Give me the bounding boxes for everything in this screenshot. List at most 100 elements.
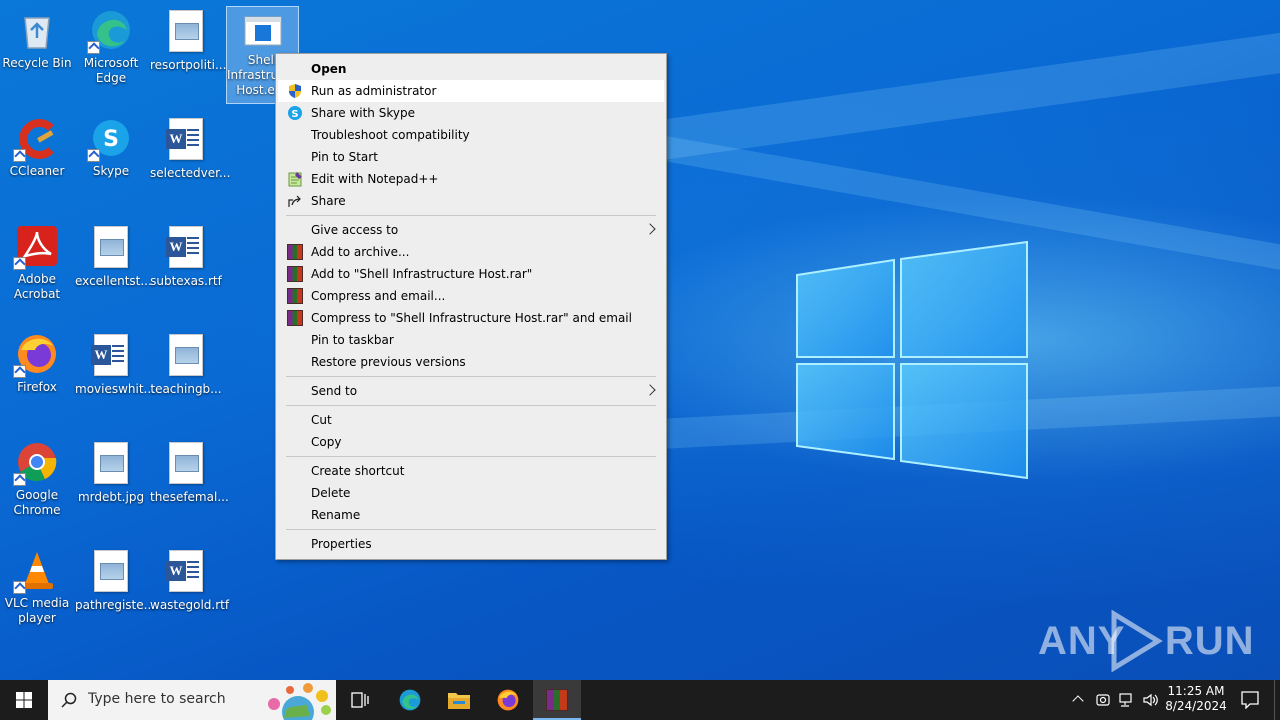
task-view-icon: [351, 692, 369, 708]
winrar-icon: [287, 310, 303, 326]
menu-item-label: Create shortcut: [311, 464, 405, 478]
menu-item-label: Pin to taskbar: [311, 333, 394, 347]
show-desktop-button[interactable]: [1274, 680, 1280, 720]
image-file-icon: [169, 442, 203, 484]
menu-item-compress-and-email[interactable]: Compress and email...: [278, 285, 664, 307]
shortcut-arrow-icon: [13, 473, 26, 486]
winrar-icon: [546, 689, 568, 711]
taskbar-file-explorer-button[interactable]: [435, 680, 483, 720]
desktop-icon-microsoft-edge[interactable]: Microsoft Edge: [75, 8, 147, 86]
menu-item-label: Run as administrator: [311, 84, 437, 98]
menu-item-label: Open: [311, 62, 347, 76]
desktop-icon-ccleaner[interactable]: CCleaner: [1, 116, 73, 179]
menu-item-cut[interactable]: Cut: [278, 409, 664, 431]
menu-item-add-to-archive[interactable]: Add to archive...: [278, 241, 664, 263]
shortcut-arrow-icon: [13, 257, 26, 270]
desktop-icon-selectedver[interactable]: W selectedver...: [150, 116, 231, 181]
icon-label: subtexas.rtf: [150, 274, 222, 288]
tray-show-hidden-icons[interactable]: [1066, 680, 1090, 720]
menu-item-label: Delete: [311, 486, 351, 500]
taskbar-clock[interactable]: 11:25 AM 8/24/2024: [1164, 680, 1228, 720]
menu-item-properties[interactable]: Properties: [278, 533, 664, 555]
image-file-icon: [169, 10, 203, 52]
clock-time: 11:25 AM: [1167, 684, 1225, 698]
action-center-button[interactable]: [1230, 680, 1270, 720]
menu-item-give-access-to[interactable]: Give access to: [278, 219, 664, 241]
start-button[interactable]: [0, 680, 48, 720]
menu-item-send-to[interactable]: Send to: [278, 380, 664, 402]
desktop-icon-skype[interactable]: S Skype: [75, 116, 147, 179]
menu-item-edit-with-notepadpp[interactable]: Edit with Notepad++: [278, 168, 664, 190]
icon-label: excellentst...: [75, 274, 152, 288]
menu-item-label: Compress to "Shell Infrastructure Host.r…: [311, 311, 632, 325]
menu-separator: [286, 529, 656, 530]
menu-item-label: Copy: [311, 435, 342, 449]
desktop-icon-firefox[interactable]: Firefox: [1, 332, 73, 395]
menu-item-label: Compress and email...: [311, 289, 446, 303]
desktop-icon-excellentst[interactable]: excellentst...: [75, 224, 152, 289]
icon-label: selectedver...: [150, 166, 231, 180]
menu-item-copy[interactable]: Copy: [278, 431, 664, 453]
desktop-icon-movieswhit[interactable]: W movieswhit...: [75, 332, 155, 397]
desktop-icon-subtexas[interactable]: W subtexas.rtf: [150, 224, 222, 289]
icon-label: VLC media player: [4, 596, 70, 625]
desktop-icon-recycle-bin[interactable]: Recycle Bin: [1, 8, 73, 71]
desktop-icon-adobe-acrobat[interactable]: Adobe Acrobat: [1, 224, 73, 302]
tray-meet-now[interactable]: [1092, 680, 1114, 720]
exe-window-icon: [244, 16, 281, 46]
clock-date: 8/24/2024: [1165, 699, 1227, 713]
menu-item-share[interactable]: Share: [278, 190, 664, 212]
folder-icon: [448, 693, 470, 709]
image-file-icon: [94, 550, 128, 592]
desktop-icon-vlc[interactable]: VLC media player: [1, 548, 73, 626]
menu-item-label: Add to archive...: [311, 245, 410, 259]
taskbar-edge-button[interactable]: [386, 680, 434, 720]
icon-label: wastegold.rtf: [150, 598, 230, 612]
menu-item-pin-to-taskbar[interactable]: Pin to taskbar: [278, 329, 664, 351]
menu-item-delete[interactable]: Delete: [278, 482, 664, 504]
skype-icon: S: [288, 106, 302, 120]
menu-item-label: Restore previous versions: [311, 355, 466, 369]
icon-label: Firefox: [17, 380, 57, 394]
desktop-icon-google-chrome[interactable]: Google Chrome: [1, 440, 73, 518]
desktop-icon-teachingb[interactable]: teachingb...: [150, 332, 222, 397]
taskbar-winrar-button[interactable]: [533, 680, 581, 720]
image-file-icon: [169, 334, 203, 376]
menu-item-troubleshoot-compatibility[interactable]: Troubleshoot compatibility: [278, 124, 664, 146]
menu-item-add-to-rar[interactable]: Add to "Shell Infrastructure Host.rar": [278, 263, 664, 285]
menu-item-run-as-administrator[interactable]: Run as administrator: [278, 80, 664, 102]
tray-network[interactable]: [1115, 680, 1137, 720]
share-icon: [288, 195, 301, 207]
shortcut-arrow-icon: [87, 149, 100, 162]
menu-item-compress-to-rar-and-email[interactable]: Compress to "Shell Infrastructure Host.r…: [278, 307, 664, 329]
search-highlight-image-icon: [268, 683, 331, 720]
desktop-icon-thesefemal[interactable]: thesefemal...: [150, 440, 229, 505]
menu-item-restore-previous-versions[interactable]: Restore previous versions: [278, 351, 664, 373]
shortcut-arrow-icon: [13, 365, 26, 378]
icon-label: CCleaner: [9, 164, 65, 178]
taskbar-firefox-button[interactable]: [484, 680, 532, 720]
desktop-icon-mrdebt[interactable]: mrdebt.jpg: [75, 440, 147, 505]
icon-label: Microsoft Edge: [83, 56, 139, 85]
menu-item-label: Give access to: [311, 223, 399, 237]
image-file-icon: [94, 226, 128, 268]
task-view-button[interactable]: [336, 680, 384, 720]
menu-item-create-shortcut[interactable]: Create shortcut: [278, 460, 664, 482]
desktop-icon-wastegold[interactable]: W wastegold.rtf: [150, 548, 230, 613]
menu-item-rename[interactable]: Rename: [278, 504, 664, 526]
taskbar-search-box[interactable]: Type here to search: [48, 680, 336, 720]
menu-item-share-with-skype[interactable]: S Share with Skype: [278, 102, 664, 124]
menu-item-label: Cut: [311, 413, 332, 427]
menu-item-label: Rename: [311, 508, 361, 522]
menu-item-pin-to-start[interactable]: Pin to Start: [278, 146, 664, 168]
svg-text:S: S: [291, 109, 298, 120]
desktop-icon-pathregiste[interactable]: pathregiste...: [75, 548, 155, 613]
menu-item-open[interactable]: Open: [278, 58, 664, 80]
menu-separator: [286, 376, 656, 377]
shortcut-arrow-icon: [13, 149, 26, 162]
tray-volume[interactable]: [1138, 680, 1162, 720]
desktop-icon-resortpoliti[interactable]: resortpoliti...: [150, 8, 226, 73]
word-document-icon: W: [166, 550, 203, 592]
taskbar: Type here to search 11:25 AM 8/24/2024: [0, 680, 1280, 720]
firefox-icon: [497, 689, 519, 711]
